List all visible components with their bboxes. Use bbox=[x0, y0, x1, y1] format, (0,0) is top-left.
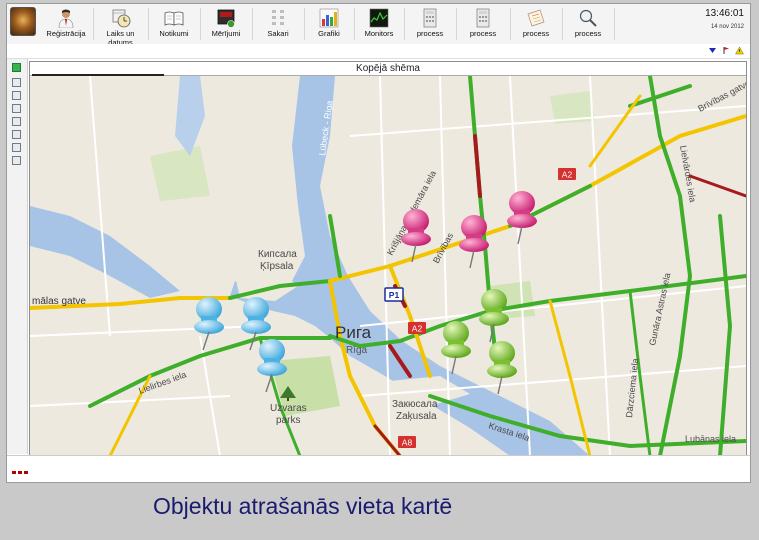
app-window: Reģistrācija Laiks un datums Notikumi Mē… bbox=[6, 3, 751, 483]
road-shield-a2: A2 bbox=[408, 322, 426, 334]
road-shield-p1: P1 bbox=[384, 287, 404, 302]
table-view-icon[interactable] bbox=[12, 104, 21, 113]
road-shield-a8: A8 bbox=[398, 436, 416, 448]
svg-text:P1: P1 bbox=[389, 290, 400, 300]
bar-chart-icon bbox=[319, 8, 339, 28]
toolbar-separator bbox=[614, 8, 615, 40]
magnifier-icon bbox=[579, 9, 597, 27]
label-riga: Rīga bbox=[346, 345, 368, 356]
toolbar-button-process-2[interactable]: process bbox=[457, 6, 509, 42]
green-status-icon[interactable] bbox=[12, 63, 21, 72]
bottom-status-strip bbox=[7, 455, 750, 480]
alarm-indicator-icon[interactable] bbox=[12, 461, 30, 479]
info-icon[interactable] bbox=[12, 143, 21, 152]
road-shield-a2: A2 bbox=[558, 168, 576, 180]
meter-icon bbox=[217, 9, 235, 28]
toolbar-button-label: process bbox=[416, 29, 444, 38]
svg-text:A2: A2 bbox=[412, 324, 423, 334]
warning-icon[interactable] bbox=[735, 46, 744, 55]
svg-text:A8: A8 bbox=[402, 438, 413, 448]
monitor-icon bbox=[369, 8, 389, 28]
toolbar-button-label: Notikumi bbox=[159, 29, 189, 38]
map-canvas[interactable]: A2 A2 A8 P1 Lübeck - Riga Кипсала Ķīpsal… bbox=[30, 76, 746, 456]
label-lubanas: Lubānas iela bbox=[685, 434, 736, 444]
park-area bbox=[150, 146, 210, 201]
toolbar-button-label: process bbox=[574, 29, 602, 38]
svg-text:A2: A2 bbox=[562, 170, 573, 180]
toolbar-button-registration[interactable]: Reģistrācija bbox=[40, 6, 92, 42]
toolbar-button-monitors[interactable]: Monitors bbox=[355, 6, 403, 42]
label-zakusala-ru: Закюсала bbox=[392, 399, 438, 410]
grid-view-icon[interactable] bbox=[12, 78, 21, 87]
label-malas: mālas gatve bbox=[32, 296, 86, 307]
report-icon[interactable] bbox=[12, 117, 21, 126]
label-zakusala: Zaķusala bbox=[396, 411, 437, 422]
network-icon bbox=[272, 10, 284, 25]
label-uzvaras: Uzvaras bbox=[270, 403, 307, 414]
toolbar-button-label: Mērījumi bbox=[211, 29, 241, 38]
toolbar-button-charts[interactable]: Grafiki bbox=[305, 6, 353, 42]
toolbar-button-label: process bbox=[522, 29, 550, 38]
toolbar-button-process-3[interactable]: process bbox=[511, 6, 561, 42]
document-icon[interactable] bbox=[12, 130, 21, 139]
label-riga-ru: Рига bbox=[335, 323, 372, 342]
app-logo-icon[interactable] bbox=[10, 7, 36, 36]
list-view-icon[interactable] bbox=[12, 91, 21, 100]
calculator-icon bbox=[423, 8, 437, 28]
clock-time: 13:46:01 bbox=[705, 8, 744, 19]
clock-date: 14 nov 2012 bbox=[710, 24, 744, 30]
toolbar-button-process-1[interactable]: process bbox=[405, 6, 455, 42]
book-icon bbox=[164, 11, 184, 26]
label-kuncana: Кипсала bbox=[258, 249, 297, 260]
slide-caption: Objektu atrašanās vieta kartē bbox=[153, 493, 453, 519]
left-tool-panel bbox=[7, 59, 28, 454]
toolbar-button-measurements[interactable]: Mērījumi bbox=[201, 6, 251, 42]
toolbar: Reģistrācija Laiks un datums Notikumi Mē… bbox=[7, 4, 750, 47]
map-title-bar: Kopējā shēma bbox=[30, 62, 746, 76]
person-icon bbox=[58, 9, 74, 28]
label-kipsala: Ķīpsala bbox=[260, 261, 294, 272]
clock-calendar-icon bbox=[112, 9, 130, 28]
toolbar-button-label: Sakari bbox=[267, 29, 289, 38]
toolbar-button-connections[interactable]: Sakari bbox=[253, 6, 303, 42]
map-panel[interactable]: Kopējā shēma A2 A2 A8 P1 Lübeck - Riga К… bbox=[29, 61, 747, 457]
toolbar-button-time-date[interactable]: Laiks un datums bbox=[94, 6, 147, 47]
toolbar-button-label: process bbox=[469, 29, 497, 38]
toolbar-button-events[interactable]: Notikumi bbox=[149, 6, 199, 42]
toolbar-button-label: Reģistrācija bbox=[46, 29, 86, 38]
calculator-icon bbox=[476, 8, 490, 28]
arrow-down-icon[interactable] bbox=[708, 46, 717, 55]
clock: 13:46:01 14 nov 2012 bbox=[705, 8, 744, 30]
toolbar-button-process-4[interactable]: process bbox=[563, 6, 613, 42]
label-parks: parks bbox=[276, 415, 300, 426]
settings-icon[interactable] bbox=[12, 156, 21, 165]
status-bar bbox=[7, 44, 750, 59]
map-title: Kopējā shēma bbox=[356, 63, 420, 74]
flag-icon[interactable] bbox=[722, 46, 731, 55]
toolbar-button-label: Grafiki bbox=[318, 29, 340, 38]
notepad-icon bbox=[527, 9, 545, 27]
toolbar-button-label: Monitors bbox=[364, 29, 394, 38]
